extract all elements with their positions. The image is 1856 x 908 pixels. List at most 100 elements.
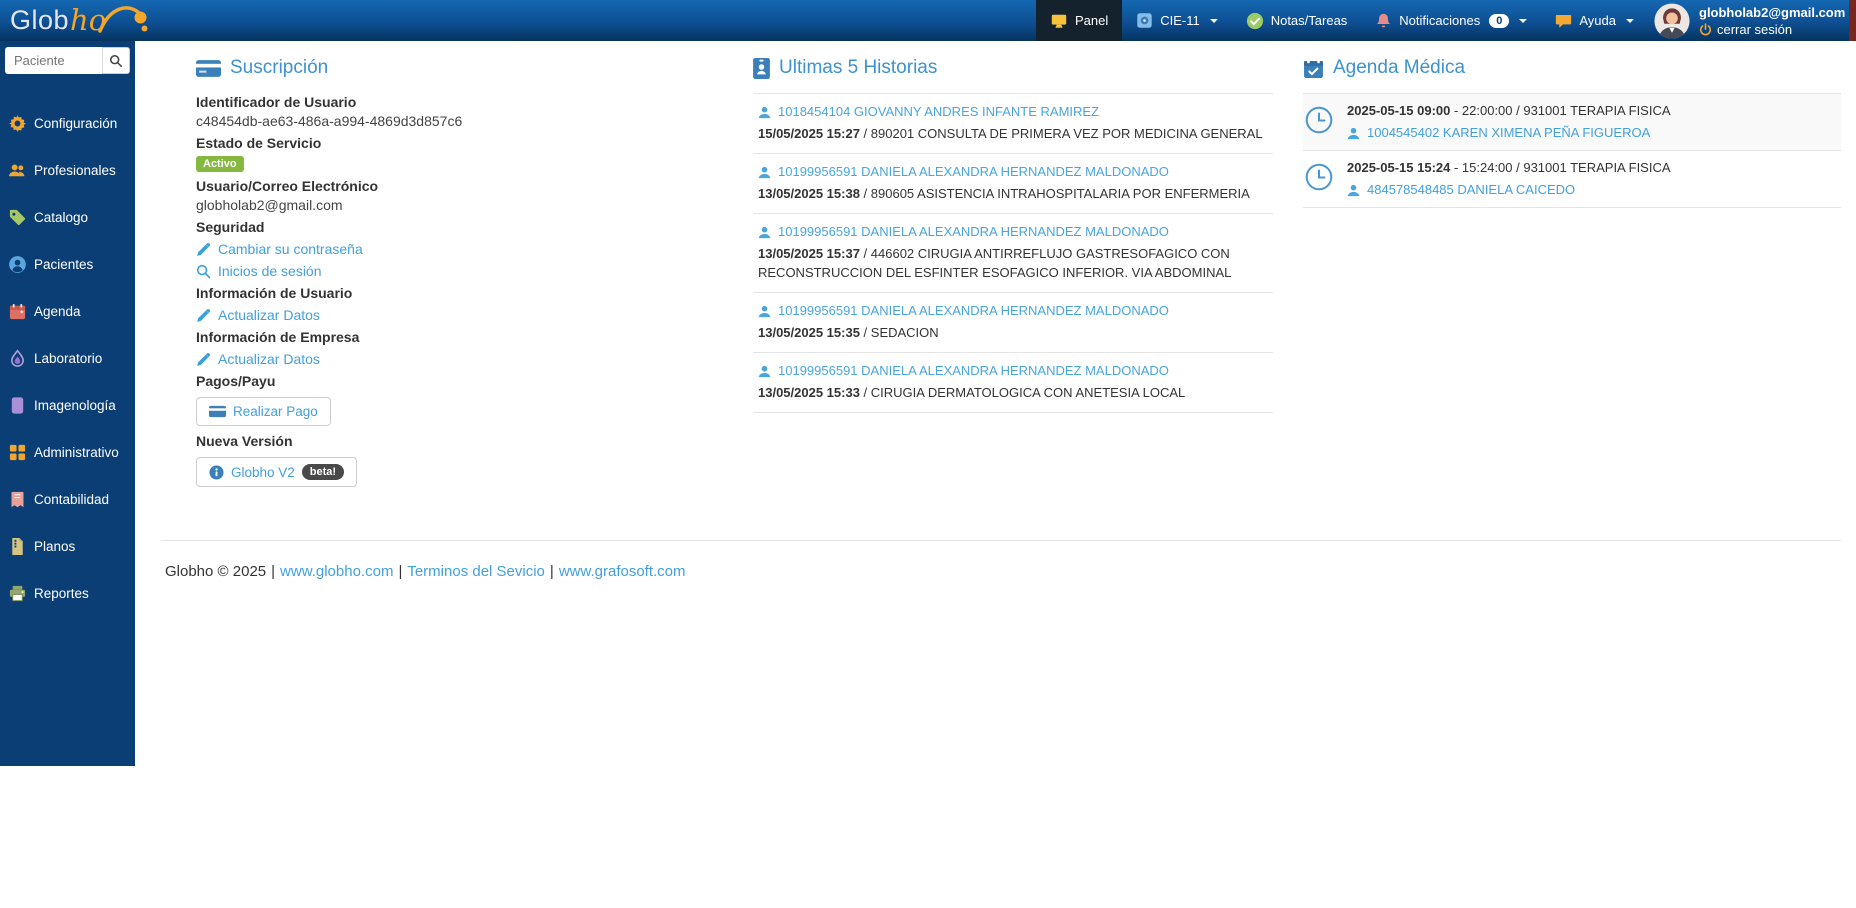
agenda-header: Agenda Médica (1303, 57, 1841, 79)
navbar-menu: Panel CIE-11 Notas/Tareas Notificaciones… (1035, 0, 1856, 41)
history-date: 13/05/2025 15:38 (758, 186, 860, 201)
panel-icon (1051, 14, 1067, 28)
sidebar-item-planos[interactable]: Planos (0, 523, 135, 570)
person-icon (758, 166, 771, 178)
sidebar-item-label: Pacientes (34, 257, 94, 272)
person-icon (1347, 127, 1360, 139)
search-input[interactable] (5, 47, 102, 74)
agenda-start: 2025-05-15 15:24 (1347, 160, 1451, 175)
sidebar-item-imagenologia[interactable]: Imagenología (0, 382, 135, 429)
history-patient-link[interactable]: 10199956591 DANIELA ALEXANDRA HERNANDEZ … (758, 223, 1273, 241)
agenda-item-body: 2025-05-15 09:00 - 22:00:00 / 931001 TER… (1347, 102, 1671, 142)
logins-label: Inicios de sesión (218, 263, 322, 279)
update-user-link[interactable]: Actualizar Datos (196, 305, 673, 325)
person-icon (758, 365, 771, 377)
search-button[interactable] (102, 47, 130, 74)
sidebar-item-pacientes[interactable]: Pacientes (0, 241, 135, 288)
history-patient-link[interactable]: 10199956591 DANIELA ALEXANDRA HERNANDEZ … (758, 163, 1273, 181)
patient-search (5, 47, 130, 74)
chevron-down-icon (1519, 18, 1528, 23)
logo-text-glob: Glob (10, 5, 70, 35)
subscription-panel: Suscripción Identificador de Usuario c48… (196, 57, 753, 490)
patient-circle-icon (9, 256, 26, 273)
footer-link-grafosoft[interactable]: www.grafosoft.com (559, 563, 686, 580)
user-email: globholab2@gmail.com (1699, 4, 1846, 20)
help-comment-icon (1556, 14, 1572, 28)
history-date: 13/05/2025 15:37 (758, 246, 860, 261)
history-procedure: / CIRUGIA DERMATOLOGICA CON ANETESIA LOC… (859, 385, 1186, 400)
sidebar-item-profesionales[interactable]: Profesionales (0, 147, 135, 194)
agenda-panel: Agenda Médica 2025-05-15 09:00 - 22:00:0… (1303, 57, 1841, 208)
history-patient-link[interactable]: 10199956591 DANIELA ALEXANDRA HERNANDEZ … (758, 302, 1273, 320)
globho-v2-label: Globho V2 (231, 464, 295, 480)
agenda-patient-link[interactable]: 484578548485 DANIELA CAICEDO (1347, 181, 1671, 199)
sidebar-item-administrativo[interactable]: Administrativo (0, 429, 135, 476)
sidebar-item-label: Planos (34, 539, 76, 554)
sidebar-item-label: Agenda (34, 304, 81, 319)
histories-list: 1018454104 GIOVANNY ANDRES INFANTE RAMIR… (753, 93, 1273, 413)
history-patient-link[interactable]: 1018454104 GIOVANNY ANDRES INFANTE RAMIR… (758, 103, 1273, 121)
history-item: 10199956591 DANIELA ALEXANDRA HERNANDEZ … (753, 154, 1273, 214)
nav-item-notificaciones[interactable]: Notificaciones 0 (1361, 0, 1541, 41)
footer-link-globho[interactable]: www.globho.com (280, 563, 393, 580)
agenda-patient-link[interactable]: 1004545402 KAREN XIMENA PEÑA FIGUEROA (1347, 124, 1671, 142)
chevron-down-icon (1626, 18, 1634, 23)
pencil-icon (197, 242, 210, 256)
user-id-value: c48454db-ae63-486a-a994-4869d3d857c6 (196, 113, 463, 129)
user-menu[interactable]: globholab2@gmail.com cerrar sesión (1648, 0, 1856, 41)
user-id-label: Identificador de Usuario (196, 94, 357, 110)
notification-count-badge: 0 (1489, 13, 1510, 28)
change-password-link[interactable]: Cambiar su contraseña (196, 239, 673, 259)
user-avatar (1654, 2, 1690, 39)
logout-button[interactable]: cerrar sesión (1699, 21, 1845, 38)
history-patient-name: 10199956591 DANIELA ALEXANDRA HERNANDEZ … (778, 363, 1169, 378)
history-description: 13/05/2025 15:37 / 446602 CIRUGIA ANTIRR… (758, 244, 1273, 282)
sidebar-item-label: Laboratorio (34, 351, 103, 366)
sidebar-item-label: Imagenología (34, 398, 116, 413)
beta-badge: beta! (301, 464, 345, 480)
footer-separator: | (271, 563, 276, 580)
history-item: 1018454104 GIOVANNY ANDRES INFANTE RAMIR… (753, 94, 1273, 154)
update-company-link[interactable]: Actualizar Datos (196, 349, 673, 369)
people-icon (8, 164, 25, 177)
nav-item-panel[interactable]: Panel (1035, 0, 1123, 41)
sidebar-item-agenda[interactable]: Agenda (0, 288, 135, 335)
user-info: globholab2@gmail.com cerrar sesión (1699, 4, 1845, 38)
chevron-down-icon (1209, 18, 1218, 23)
histories-panel: Ultimas 5 Historias 1018454104 GIOVANNY … (753, 57, 1303, 413)
sidebar-item-reportes[interactable]: Reportes (0, 570, 135, 617)
pay-button-label: Realizar Pago (233, 404, 318, 419)
agenda-time: 2025-05-15 15:24 - 15:24:00 / 931001 TER… (1347, 159, 1671, 177)
cie11-icon (1137, 13, 1152, 28)
sidebar-item-contabilidad[interactable]: Contabilidad (0, 476, 135, 523)
globho-v2-button[interactable]: Globho V2 beta! (196, 457, 358, 487)
nav-item-ayuda[interactable]: Ayuda (1541, 0, 1648, 41)
grid-icon (9, 444, 26, 461)
change-password-label: Cambiar su contraseña (218, 241, 363, 257)
sidebar-item-catalogo[interactable]: Catalogo (0, 194, 135, 241)
sidebar-item-label: Contabilidad (34, 492, 110, 507)
sidebar-item-configuracion[interactable]: Configuración (0, 100, 135, 147)
pay-button[interactable]: Realizar Pago (196, 397, 331, 426)
search-icon (196, 264, 211, 278)
history-patient-name: 10199956591 DANIELA ALEXANDRA HERNANDEZ … (778, 303, 1169, 318)
main-content: Suscripción Identificador de Usuario c48… (135, 41, 1856, 580)
history-description: 13/05/2025 15:33 / CIRUGIA DERMATOLOGICA… (758, 383, 1273, 402)
logout-label: cerrar sesión (1717, 21, 1793, 37)
footer-separator: | (549, 563, 554, 580)
footer-link-terms[interactable]: Terminos del Sevicio (407, 563, 545, 580)
nav-item-label: Notificaciones (1399, 13, 1481, 28)
person-icon (758, 305, 771, 317)
calendar-icon (9, 303, 26, 320)
clock-icon (1305, 106, 1333, 139)
history-patient-link[interactable]: 10199956591 DANIELA ALEXANDRA HERNANDEZ … (758, 362, 1273, 380)
printer-icon (9, 585, 26, 602)
sidebar-item-label: Catalogo (34, 210, 89, 225)
history-date: 15/05/2025 15:27 (758, 126, 860, 141)
sidebar-item-laboratorio[interactable]: Laboratorio (0, 335, 135, 382)
agenda-patient-name: 484578548485 DANIELA CAICEDO (1367, 182, 1576, 197)
clock-icon (1305, 163, 1333, 196)
logins-link[interactable]: Inicios de sesión (196, 261, 673, 281)
nav-item-notas-tareas[interactable]: Notas/Tareas (1232, 0, 1362, 41)
nav-item-cie11[interactable]: CIE-11 (1122, 0, 1232, 41)
